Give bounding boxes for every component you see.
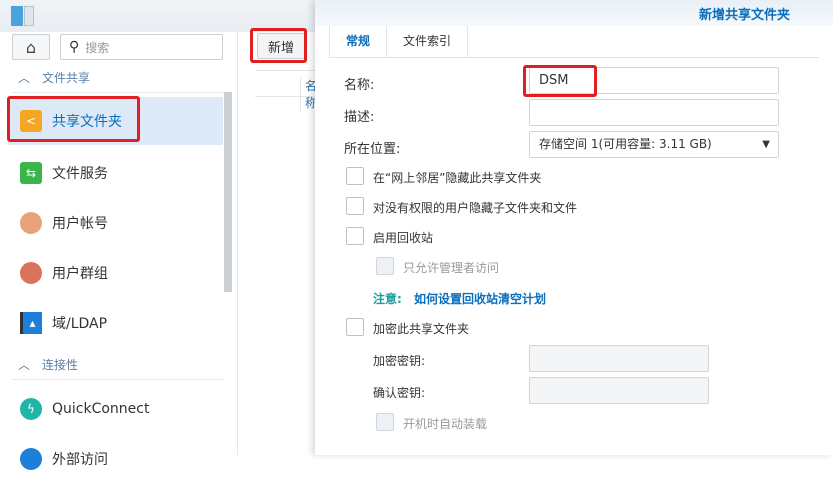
hide-subfolders-label: 对没有权限的用户隐藏子文件夹和文件: [373, 201, 578, 215]
ldap-icon: ▴: [20, 312, 42, 334]
tab-general[interactable]: 常规: [329, 26, 388, 57]
description-label: 描述:: [344, 110, 375, 125]
encryption-key-label: 加密密钥:: [373, 354, 426, 368]
section-connectivity[interactable]: ︿ 连接性: [12, 350, 224, 380]
admin-only-label: 只允许管理者访问: [403, 261, 500, 275]
hide-subfolders-checkbox[interactable]: [346, 197, 364, 215]
highlight-box: [523, 65, 597, 97]
automount-label: 开机时自动装载: [403, 417, 488, 431]
chevron-up-icon: ︿: [18, 358, 31, 372]
encrypt-checkbox[interactable]: [346, 318, 364, 336]
recycle-schedule-link[interactable]: 如何设置回收站清空计划: [414, 290, 546, 307]
automount-checkbox[interactable]: [376, 413, 394, 431]
home-button[interactable]: ⌂: [12, 34, 50, 60]
confirm-key-input[interactable]: [529, 377, 709, 404]
sidebar-scrollbar[interactable]: [224, 92, 232, 292]
recycle-bin-label: 启用回收站: [373, 231, 434, 245]
section-file-sharing[interactable]: ︿ 文件共享: [12, 63, 224, 93]
description-input[interactable]: [529, 99, 779, 126]
globe-icon: [20, 448, 42, 470]
sidebar-item-group[interactable]: 用户群组: [8, 249, 223, 297]
column-header[interactable]: 名称: [255, 70, 317, 111]
quickconnect-icon: ϟ: [20, 398, 42, 420]
recycle-bin-checkbox[interactable]: [346, 227, 364, 245]
encrypt-label: 加密此共享文件夹: [373, 322, 470, 336]
admin-only-checkbox[interactable]: [376, 257, 394, 275]
location-select[interactable]: 存储空间 1(可用容量: 3.11 GB) ▼: [529, 131, 779, 158]
group-icon: [20, 262, 42, 284]
dropdown-arrow-icon: ▼: [762, 139, 770, 150]
search-icon: ⚲: [69, 39, 80, 55]
home-icon: ⌂: [25, 37, 37, 57]
sidebar-item-user[interactable]: 用户帐号: [8, 199, 223, 247]
app-logo-icon: [11, 6, 35, 26]
hide-network-checkbox[interactable]: [346, 167, 364, 185]
name-label: 名称:: [344, 78, 375, 93]
dialog-title: 新增共享文件夹: [698, 8, 790, 23]
user-icon: [20, 212, 42, 234]
chevron-up-icon: ︿: [18, 71, 31, 85]
sidebar-item-ldap[interactable]: ▴ 域/LDAP: [8, 299, 223, 347]
file-services-icon: ⇆: [20, 162, 42, 184]
confirm-key-label: 确认密钥:: [373, 386, 426, 400]
search-input[interactable]: ⚲ 搜索: [60, 34, 223, 60]
sidebar-item-quickconnect[interactable]: ϟ QuickConnect: [8, 385, 223, 433]
sidebar-item-external-access[interactable]: 外部访问: [8, 435, 223, 483]
highlight-box: [7, 96, 140, 142]
highlight-box: [250, 28, 307, 63]
hide-network-label: 在“网上邻居”隐藏此共享文件夹: [373, 171, 542, 185]
sidebar-item-file-services[interactable]: ⇆ 文件服务: [8, 149, 223, 197]
note-label: 注意:: [373, 292, 402, 306]
encryption-key-input[interactable]: [529, 345, 709, 372]
location-label: 所在位置:: [344, 142, 401, 157]
tab-bar: 常规 文件索引: [329, 26, 819, 58]
tab-file-index[interactable]: 文件索引: [387, 26, 469, 57]
